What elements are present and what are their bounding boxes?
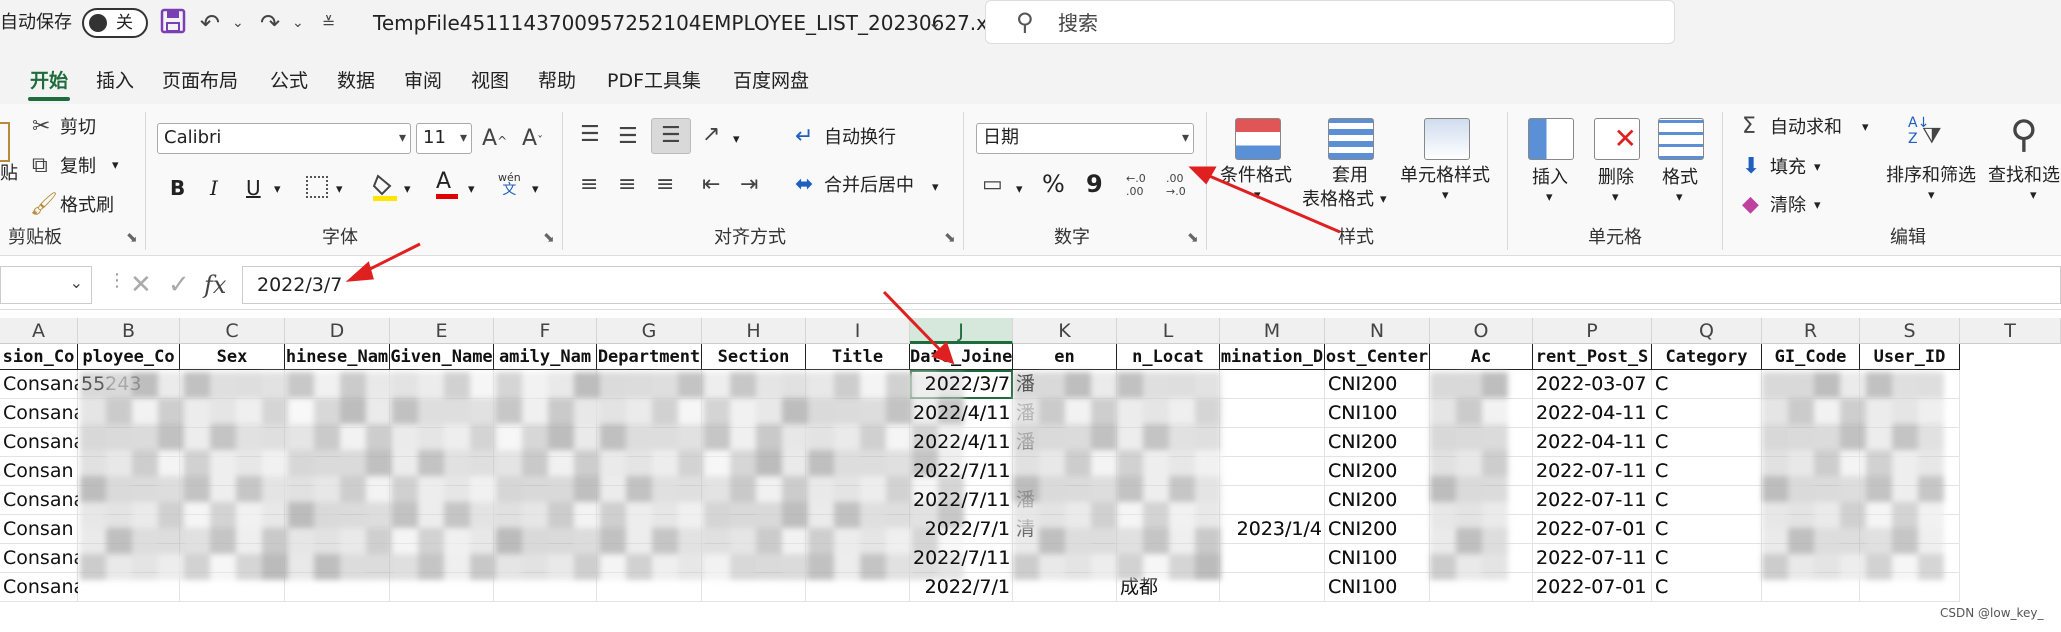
watermark: CSDN @low_key_ (1940, 606, 2044, 620)
annotation-arrows (345, 166, 1341, 365)
excel-window: 自动保存 关 ↶ ⌄ ↷ ⌄ ≚ TempFile451114370095725… (0, 0, 2061, 632)
